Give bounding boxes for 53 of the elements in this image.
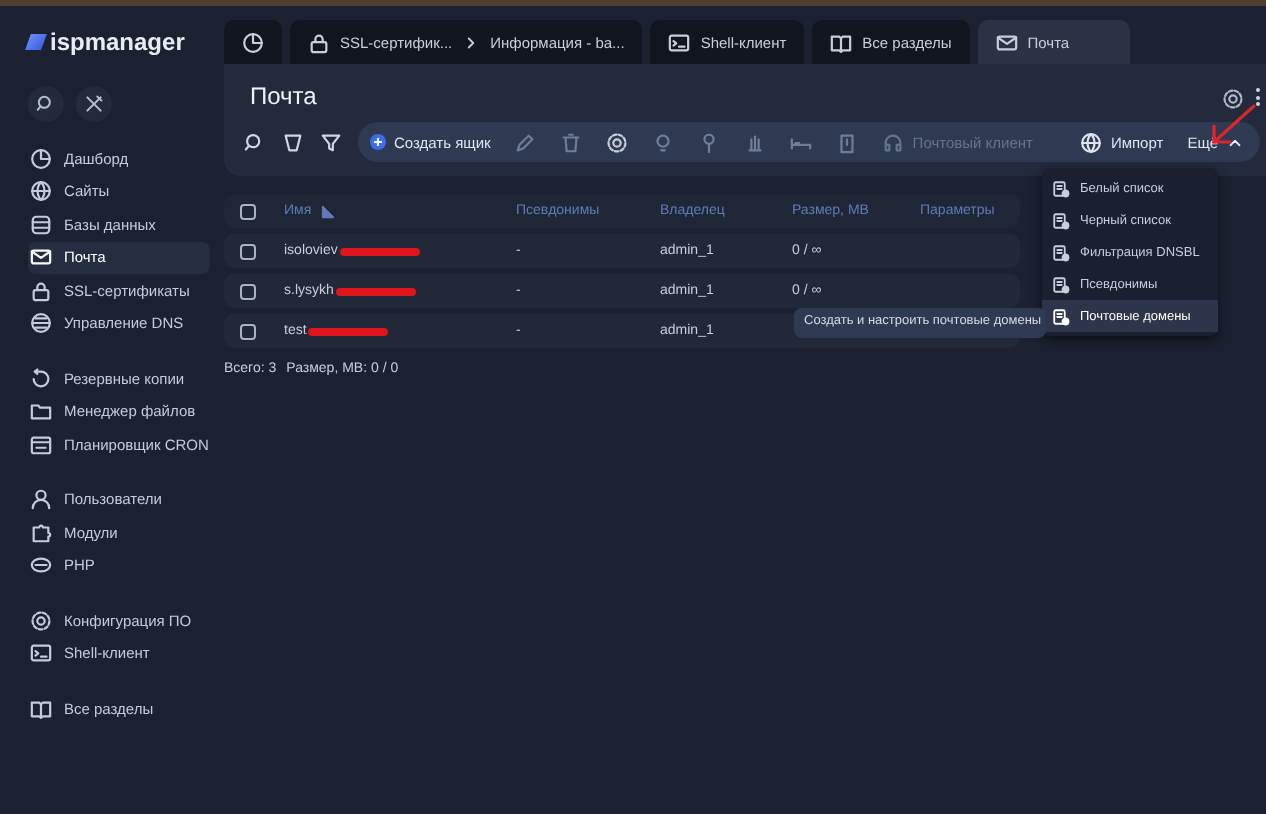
more-menu-icon[interactable] [1256,88,1261,110]
calendar-icon [30,433,52,456]
gear-icon [30,609,52,632]
headset-icon [882,131,905,153]
user-icon [30,488,52,511]
trash-icon [560,131,583,153]
search-icon [36,94,56,114]
network-icon [30,312,52,335]
tab[interactable] [224,20,282,64]
gear-icon [606,131,629,153]
redaction-mark [339,247,420,255]
pin-icon [698,131,721,153]
row-checkbox[interactable] [240,283,256,299]
row-checkbox[interactable] [240,243,256,259]
page-title: Почта [250,82,317,110]
ellipse-icon [30,554,52,577]
restore-icon [30,367,52,390]
list-icon [1052,243,1070,261]
redaction-mark [308,327,389,335]
list-icon [1052,275,1070,293]
bulb-icon [652,131,675,153]
lock-icon [308,31,330,53]
logo-text: ispmanager [50,28,185,56]
lock-icon [30,279,52,302]
redaction-mark [335,287,416,295]
pie-chart-icon [30,147,52,170]
pie-chart-icon [242,31,264,53]
book-icon [30,697,52,720]
terminal-icon [30,642,52,665]
plus-icon [370,134,386,150]
book-icon [830,31,853,53]
globe-icon [30,180,52,203]
list-icon [1052,307,1070,325]
envelope-icon [995,31,1018,53]
folder-icon [30,400,52,423]
list-icon [1052,211,1070,229]
search-icon [244,131,266,153]
crossed-tools-icon [84,94,104,114]
logo-mark [25,34,47,50]
tools-button[interactable] [76,86,112,122]
envelope-icon [30,246,52,269]
terminal-icon [668,31,691,53]
sort-icon [319,203,336,219]
globe-icon [1080,131,1103,153]
gear-icon [1222,88,1245,110]
pencil-icon [514,131,537,153]
database-icon [30,213,52,236]
search-button[interactable] [28,86,64,122]
list-icon [1052,179,1070,197]
row-checkbox[interactable] [240,323,256,339]
filter-icon [320,131,342,153]
select-all-checkbox[interactable] [240,203,256,219]
puzzle-icon [30,521,52,544]
